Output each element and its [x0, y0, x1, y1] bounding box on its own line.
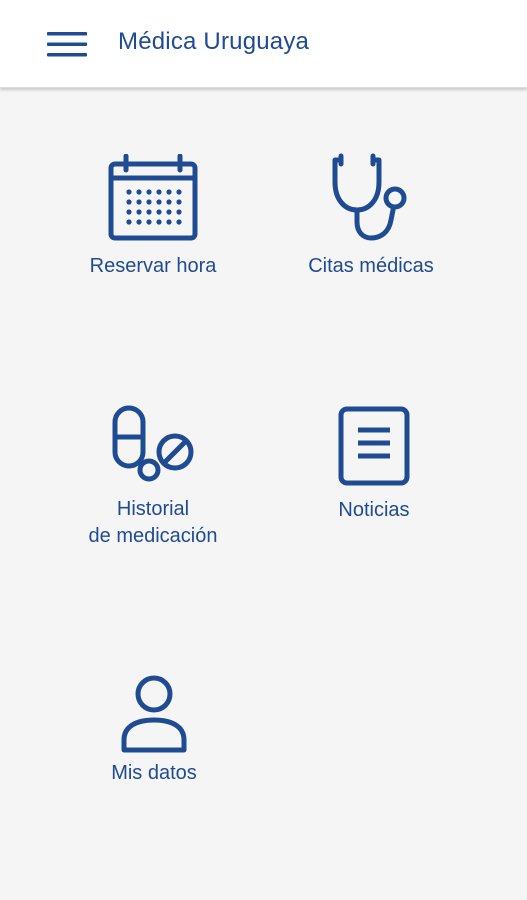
noticias-label: Noticias [338, 499, 410, 521]
app-title: Médica Uruguaya [118, 28, 310, 55]
calendar-icon [108, 154, 198, 241]
document-icon [338, 406, 410, 486]
historial-label-line2: de medicación [88, 525, 218, 547]
citas-medicas-tile[interactable]: Citas médicas [271, 150, 471, 290]
historial-medicacion-tile[interactable]: Historial de medicación [53, 400, 253, 555]
historial-medicacion-label: Historial de medicación [53, 496, 253, 550]
hamburger-menu-icon [47, 32, 87, 57]
reservar-hora-label: Reservar hora [89, 255, 217, 277]
user-icon [121, 675, 187, 753]
mis-datos-tile[interactable]: Mis datos [54, 670, 254, 800]
menu-button[interactable] [40, 24, 94, 64]
citas-medicas-label: Citas médicas [308, 255, 434, 277]
historial-label-line1: Historial [116, 498, 190, 520]
pills-icon [112, 405, 194, 482]
app-bar: Médica Uruguaya [0, 0, 527, 88]
mis-datos-label: Mis datos [111, 762, 197, 784]
noticias-tile[interactable]: Noticias [274, 400, 474, 540]
reservar-hora-tile[interactable]: Reservar hora [53, 150, 253, 290]
stethoscope-icon [332, 153, 407, 241]
